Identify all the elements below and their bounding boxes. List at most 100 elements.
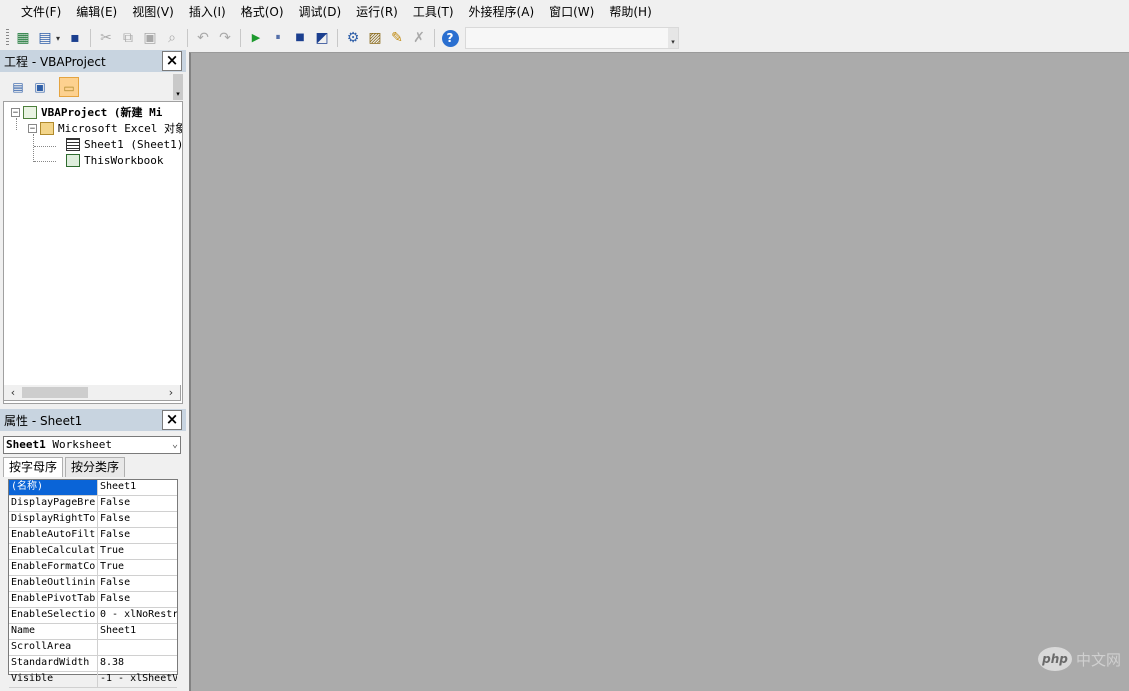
toolbar-grip[interactable]	[6, 29, 9, 47]
project-close-icon[interactable]: ×	[162, 51, 182, 71]
project-panel-title: 工程 - VBAProject	[4, 54, 106, 69]
property-row[interactable]: StandardWidth 8.38	[9, 656, 177, 672]
workbook-icon	[66, 153, 80, 167]
cut-icon[interactable]: ✂	[95, 27, 117, 49]
property-name: EnablePivotTab	[9, 592, 98, 607]
toolbar-separator	[337, 29, 338, 47]
run-icon[interactable]: ▶	[245, 27, 267, 49]
property-value[interactable]: False	[98, 528, 177, 543]
property-value[interactable]: False	[98, 592, 177, 607]
object-selector[interactable]: Sheet1 Worksheet ⌄	[3, 436, 181, 454]
property-value[interactable]: False	[98, 512, 177, 527]
property-row[interactable]: (名称) Sheet1	[9, 480, 177, 496]
tree-node-thisworkbook[interactable]: ThisWorkbook	[66, 153, 163, 167]
worksheet-icon	[66, 137, 80, 151]
property-value[interactable]: Sheet1	[98, 624, 177, 639]
redo-icon[interactable]: ↷	[214, 27, 236, 49]
property-name: (名称)	[9, 480, 98, 495]
tree-connector	[16, 118, 17, 130]
menu-format[interactable]: 格式(O)	[234, 1, 291, 23]
project-panel-titlebar: 工程 - VBAProject ×	[0, 50, 186, 72]
project-toolbar-chevron-icon[interactable]: ▾	[173, 74, 183, 100]
insert-dropdown-icon[interactable]: ▾	[56, 34, 64, 43]
property-value[interactable]: False	[98, 576, 177, 591]
tree-node-label: Microsoft Excel 对象	[58, 122, 183, 135]
view-object-icon[interactable]: ▣	[30, 77, 50, 97]
toggle-folders-icon[interactable]: ▭	[59, 77, 79, 97]
property-row[interactable]: EnableOutlinin False	[9, 576, 177, 592]
object-browser-icon[interactable]: ✎	[386, 27, 408, 49]
combo-dropdown-icon[interactable]: ▾	[668, 28, 678, 48]
design-mode-icon[interactable]: ◩	[311, 27, 333, 49]
menu-view[interactable]: 视图(V)	[125, 1, 181, 23]
view-code-icon[interactable]: ▤	[8, 77, 28, 97]
view-excel-icon[interactable]: ▦	[12, 27, 34, 49]
menu-debug[interactable]: 调试(D)	[292, 1, 349, 23]
menu-help[interactable]: 帮助(H)	[602, 1, 658, 23]
menu-tools[interactable]: 工具(T)	[406, 1, 461, 23]
property-value[interactable]: False	[98, 496, 177, 511]
property-value[interactable]: -1 - xlSheetV	[98, 672, 177, 687]
property-row[interactable]: Name Sheet1	[9, 624, 177, 640]
find-icon[interactable]: ⌕	[161, 27, 183, 49]
property-row[interactable]: EnablePivotTab False	[9, 592, 177, 608]
menu-run[interactable]: 运行(R)	[349, 1, 405, 23]
menu-window[interactable]: 窗口(W)	[542, 1, 601, 23]
property-row[interactable]: EnableFormatCo True	[9, 560, 177, 576]
code-workspace[interactable]: php 中文网	[189, 52, 1129, 691]
menu-insert[interactable]: 插入(I)	[182, 1, 233, 23]
tree-node-excel-objects[interactable]: − Microsoft Excel 对象	[28, 121, 183, 135]
pause-icon[interactable]: ⏸	[267, 27, 289, 49]
procedure-combo[interactable]: ▾	[465, 27, 679, 49]
tree-node-vbaproject[interactable]: − VBAProject (新建 Mi	[11, 105, 162, 119]
scroll-thumb[interactable]	[22, 387, 88, 398]
help-glyph: ?	[441, 29, 459, 47]
menu-edit[interactable]: 编辑(E)	[69, 1, 124, 23]
property-value[interactable]	[98, 640, 177, 655]
project-hscrollbar[interactable]: ‹ ›	[3, 385, 181, 401]
tree-node-sheet1[interactable]: Sheet1 (Sheet1)	[66, 137, 182, 151]
property-row[interactable]: EnableCalculat True	[9, 544, 177, 560]
property-value[interactable]: Sheet1	[98, 480, 177, 495]
scroll-left-icon[interactable]: ‹	[6, 385, 20, 400]
property-row[interactable]: EnableAutoFilt False	[9, 528, 177, 544]
project-tree: − VBAProject (新建 Mi − Microsoft Excel 对象…	[3, 101, 183, 404]
property-value[interactable]: 8.38	[98, 656, 177, 671]
stop-icon[interactable]: ■	[289, 27, 311, 49]
property-value[interactable]: True	[98, 544, 177, 559]
tree-connector	[34, 146, 56, 147]
help-icon[interactable]: ?	[439, 27, 461, 49]
property-row[interactable]: DisplayPageBre False	[9, 496, 177, 512]
property-row[interactable]: ScrollArea	[9, 640, 177, 656]
save-icon[interactable]: ▪	[64, 27, 86, 49]
toolbar-separator	[90, 29, 91, 47]
collapse-icon[interactable]: −	[11, 107, 20, 117]
collapse-icon[interactable]: −	[28, 123, 37, 133]
property-row[interactable]: Visible -1 - xlSheetV	[9, 672, 177, 688]
menu-file[interactable]: 文件(F)	[14, 1, 68, 23]
properties-tabs: 按字母序 按分类序	[3, 457, 127, 477]
copy-icon[interactable]: ⧉	[117, 27, 139, 49]
property-value[interactable]: True	[98, 560, 177, 575]
tab-categorized[interactable]: 按分类序	[65, 457, 126, 477]
property-row[interactable]: EnableSelectio 0 - xlNoRestr	[9, 608, 177, 624]
properties-close-icon[interactable]: ×	[162, 410, 182, 430]
property-value[interactable]: 0 - xlNoRestr	[98, 608, 177, 623]
menu-addins[interactable]: 外接程序(A)	[462, 1, 542, 23]
scroll-right-icon[interactable]: ›	[164, 385, 178, 400]
toolbar-separator	[434, 29, 435, 47]
paste-icon[interactable]: ▣	[139, 27, 161, 49]
toolbox-icon[interactable]: ✗	[408, 27, 430, 49]
property-name: StandardWidth	[9, 656, 98, 671]
insert-userform-icon[interactable]: ▤	[34, 27, 56, 49]
project-explorer-icon[interactable]: ⚙	[342, 27, 364, 49]
properties-panel-title: 属性 - Sheet1	[4, 413, 83, 428]
property-row[interactable]: DisplayRightTo False	[9, 512, 177, 528]
vba-project-icon	[23, 105, 37, 119]
object-dropdown-icon[interactable]: ⌄	[172, 437, 178, 453]
property-name: Name	[9, 624, 98, 639]
undo-icon[interactable]: ↶	[192, 27, 214, 49]
tree-node-label: ThisWorkbook	[84, 153, 164, 167]
properties-window-icon[interactable]: ▨	[364, 27, 386, 49]
tab-alphabetic[interactable]: 按字母序	[3, 457, 64, 477]
